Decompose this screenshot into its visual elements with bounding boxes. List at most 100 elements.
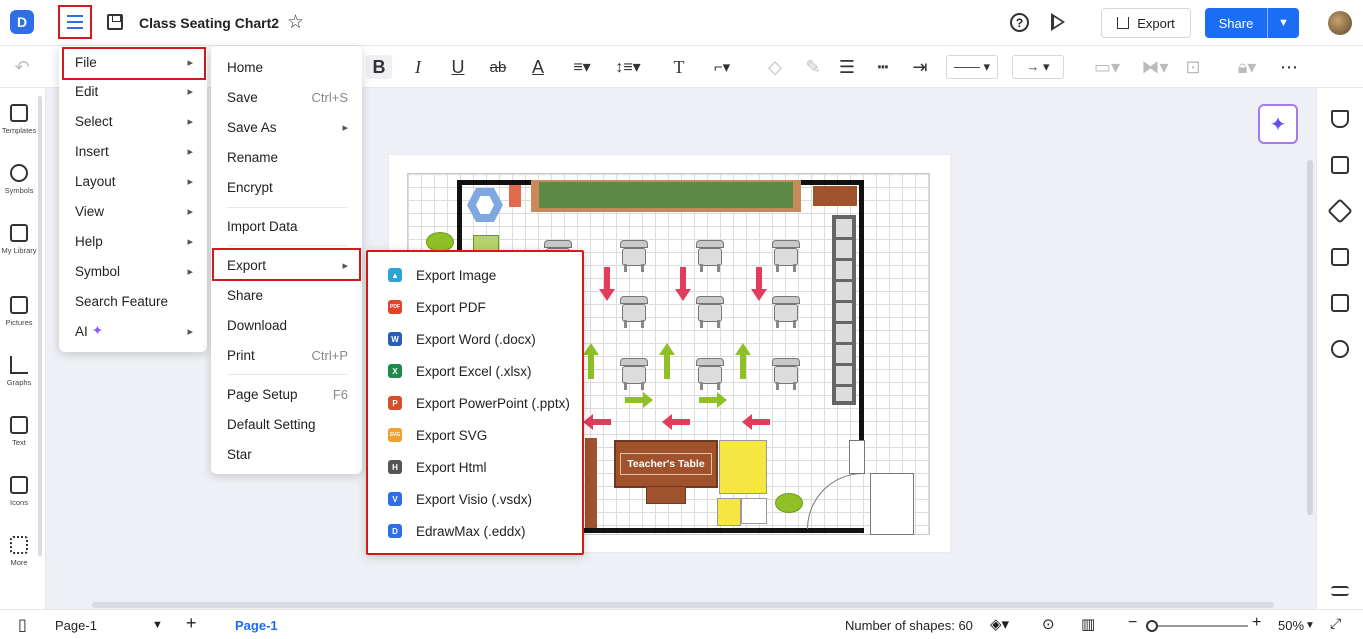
sidebar-item-icons[interactable]: Icons bbox=[0, 476, 38, 508]
fullscreen-icon[interactable]: ⤢ bbox=[1330, 615, 1341, 632]
present-play-icon[interactable] bbox=[1051, 13, 1065, 31]
menu-item-export-html[interactable]: H Export Html bbox=[368, 452, 582, 482]
line-color-icon[interactable]: ✎ bbox=[802, 55, 824, 79]
sidebar-item-templates[interactable]: Templates bbox=[0, 104, 38, 136]
arrow-end-dropdown[interactable]: → ▾ bbox=[1012, 55, 1064, 79]
presentation-icon[interactable] bbox=[1331, 248, 1349, 266]
menu-item-select[interactable]: Select ▸ bbox=[59, 106, 207, 136]
zoom-slider[interactable] bbox=[1148, 625, 1248, 627]
zoom-level[interactable]: 50% bbox=[1278, 618, 1304, 633]
zoom-slider-handle[interactable] bbox=[1146, 620, 1158, 632]
vertical-scrollbar[interactable] bbox=[1307, 160, 1313, 515]
undo-icon[interactable]: ↶ bbox=[12, 55, 32, 79]
menu-item-ai[interactable]: AI ✦ ▸ bbox=[59, 316, 207, 346]
chair[interactable] bbox=[769, 358, 803, 390]
avatar[interactable] bbox=[1328, 11, 1352, 35]
align-icon[interactable]: ≡▾ bbox=[566, 55, 598, 79]
fill-icon[interactable]: ◇ bbox=[764, 55, 786, 79]
sidebar-item-pictures[interactable]: Pictures bbox=[0, 296, 38, 328]
map-view-icon[interactable]: ▥ bbox=[1081, 615, 1095, 633]
page-format-icon[interactable] bbox=[1331, 156, 1349, 174]
save-icon[interactable] bbox=[107, 14, 123, 30]
more-options-icon[interactable]: ⋯ bbox=[1278, 55, 1300, 79]
zoom-out-icon[interactable]: − bbox=[1128, 614, 1137, 632]
line-style-dropdown[interactable]: —— ▾ bbox=[946, 55, 998, 79]
focus-icon[interactable]: ⊙ bbox=[1042, 615, 1055, 633]
style-brush-icon[interactable] bbox=[1327, 198, 1353, 224]
main-menu-button[interactable] bbox=[58, 5, 92, 39]
history-icon[interactable] bbox=[1331, 340, 1349, 358]
flip-icon[interactable]: ⧓▾ bbox=[1138, 55, 1172, 79]
page-panel-icon[interactable]: ▯ bbox=[18, 615, 27, 635]
sidebar-item-more[interactable]: More bbox=[0, 536, 38, 568]
add-page-icon[interactable]: + bbox=[186, 613, 197, 634]
menu-item-layout[interactable]: Layout ▸ bbox=[59, 166, 207, 196]
menu-item-star[interactable]: Star bbox=[211, 439, 362, 469]
menu-item-search-feature[interactable]: Search Feature bbox=[59, 286, 207, 316]
menu-item-edit[interactable]: Edit ▸ bbox=[59, 76, 207, 106]
menu-item-export-svg[interactable]: SVG Export SVG bbox=[368, 420, 582, 450]
chevron-down-icon[interactable]: ▼ bbox=[1268, 17, 1299, 29]
chair[interactable] bbox=[617, 240, 651, 272]
menu-item-save-as[interactable]: Save As ▸ bbox=[211, 112, 362, 142]
menu-item-file[interactable]: File ▸ bbox=[59, 46, 207, 78]
underline-icon[interactable]: U bbox=[446, 55, 470, 79]
chair[interactable] bbox=[693, 240, 727, 272]
bold-icon[interactable]: B bbox=[366, 55, 392, 79]
tab-page-1[interactable]: Page-1 bbox=[235, 618, 278, 633]
chair[interactable] bbox=[693, 296, 727, 328]
group-icon[interactable]: ▭▾ bbox=[1090, 55, 1124, 79]
dash-style-icon[interactable]: ┅ bbox=[872, 55, 894, 79]
lock-icon[interactable]: 🔒︎▾ bbox=[1230, 55, 1264, 79]
chair[interactable] bbox=[769, 240, 803, 272]
text-tool-icon[interactable]: T bbox=[668, 55, 690, 79]
sidebar-item-graphs[interactable]: Graphs bbox=[0, 356, 38, 388]
menu-item-symbol[interactable]: Symbol ▸ bbox=[59, 256, 207, 286]
sidebar-item-symbols[interactable]: Symbols bbox=[0, 164, 38, 196]
crop-icon[interactable]: ⊡ bbox=[1182, 55, 1204, 79]
menu-item-import-data[interactable]: Import Data bbox=[211, 211, 362, 241]
menu-item-export-powerpoint[interactable]: P Export PowerPoint (.pptx) bbox=[368, 388, 582, 418]
share-button[interactable]: Share ▼ bbox=[1205, 8, 1299, 38]
arrow-style-icon[interactable]: ⇥ bbox=[908, 55, 932, 79]
help-icon[interactable]: ? bbox=[1010, 13, 1029, 32]
menu-item-download[interactable]: Download bbox=[211, 310, 362, 340]
teachers-table[interactable]: Teacher's Table bbox=[614, 440, 718, 488]
italic-icon[interactable]: I bbox=[406, 55, 430, 79]
chair[interactable] bbox=[617, 296, 651, 328]
menu-item-share[interactable]: Share bbox=[211, 280, 362, 310]
sidebar-item-text[interactable]: Text bbox=[0, 416, 38, 448]
font-color-icon[interactable]: A bbox=[526, 55, 550, 79]
menu-item-save[interactable]: Save Ctrl+S bbox=[211, 82, 362, 112]
menu-item-print[interactable]: Print Ctrl+P bbox=[211, 340, 362, 370]
menu-item-page-setup[interactable]: Page Setup F6 bbox=[211, 379, 362, 409]
menu-item-view[interactable]: View ▸ bbox=[59, 196, 207, 226]
layers-icon[interactable]: ◈▾ bbox=[990, 615, 1009, 633]
horizontal-scrollbar[interactable] bbox=[92, 602, 1274, 608]
left-sidebar-scrollbar[interactable] bbox=[38, 96, 42, 556]
chevron-down-icon[interactable]: ▼ bbox=[1305, 620, 1315, 631]
chevron-down-icon[interactable]: ▼ bbox=[152, 619, 163, 631]
menu-item-home[interactable]: Home bbox=[211, 52, 362, 82]
chair[interactable] bbox=[769, 296, 803, 328]
notes-icon[interactable] bbox=[1331, 294, 1349, 312]
zoom-in-icon[interactable]: + bbox=[1252, 614, 1261, 632]
menu-item-rename[interactable]: Rename bbox=[211, 142, 362, 172]
menu-item-export-word[interactable]: W Export Word (.docx) bbox=[368, 324, 582, 354]
line-spacing-icon[interactable]: ↕≡▾ bbox=[611, 55, 645, 79]
ai-assistant-button[interactable]: ✦ bbox=[1258, 104, 1298, 144]
menu-item-export-edrawmax[interactable]: D EdrawMax (.eddx) bbox=[368, 516, 582, 546]
menu-item-export-image[interactable]: ▲ Export Image bbox=[368, 260, 582, 290]
chair[interactable] bbox=[617, 358, 651, 390]
star-icon[interactable]: ☆ bbox=[287, 11, 304, 34]
edrawmax-logo-icon[interactable]: D bbox=[10, 10, 34, 34]
page-select[interactable]: Page-1 bbox=[55, 618, 97, 633]
line-weight-icon[interactable]: ☰ bbox=[836, 55, 858, 79]
settings-list-icon[interactable] bbox=[1331, 586, 1349, 596]
connector-icon[interactable]: ⌐▾ bbox=[704, 55, 740, 79]
menu-item-encrypt[interactable]: Encrypt bbox=[211, 172, 362, 202]
menu-item-default-setting[interactable]: Default Setting bbox=[211, 409, 362, 439]
document-title[interactable]: Class Seating Chart2 bbox=[139, 15, 279, 31]
export-button[interactable]: Export bbox=[1101, 8, 1191, 38]
menu-item-export-excel[interactable]: X Export Excel (.xlsx) bbox=[368, 356, 582, 386]
